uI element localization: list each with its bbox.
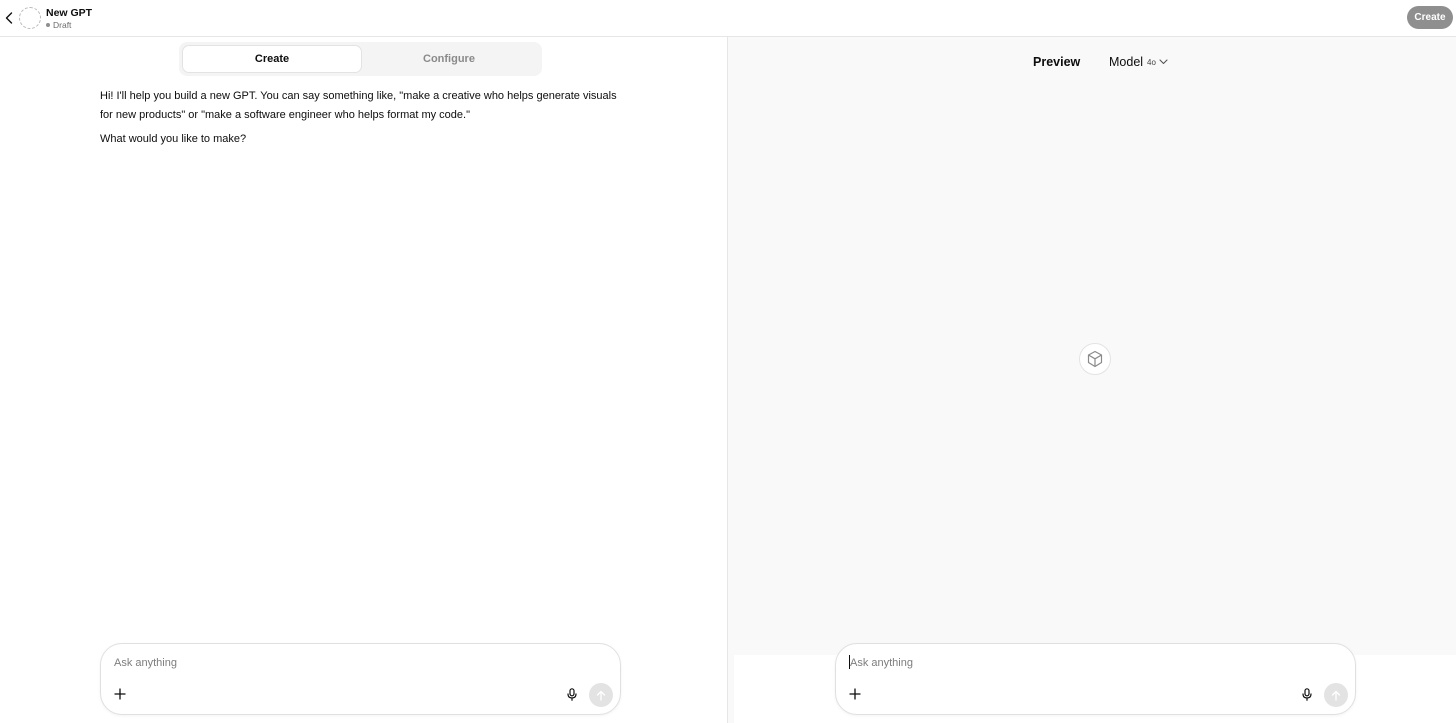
gpt-placeholder-avatar [1079,343,1111,375]
preview-pane: Preview Model 4o [728,37,1456,723]
gpt-name: New GPT [46,7,93,19]
tab-configure[interactable]: Configure [360,46,538,72]
status-dot-icon [46,23,50,27]
attach-button[interactable] [112,686,128,702]
voice-button[interactable] [564,686,580,702]
builder-tabs: Create Configure [179,42,542,76]
voice-button[interactable] [1299,686,1315,702]
message-paragraph: Hi! I'll help you build a new GPT. You c… [100,90,617,121]
chevron-down-icon [1159,59,1168,65]
preview-composer [835,643,1356,715]
model-label: Model [1109,55,1144,69]
preview-title: Preview [1033,55,1081,69]
create-gpt-button[interactable]: Create [1407,6,1453,29]
builder-composer [100,643,621,715]
builder-pane: Create Configure Hi! I'll help you build… [0,37,727,723]
message-paragraph: What would you like to make? [100,133,247,145]
tab-create[interactable]: Create [183,46,361,72]
gpt-status: Draft [46,20,71,30]
attach-button[interactable] [847,686,863,702]
model-version: 4o [1147,57,1156,67]
plus-icon [114,688,126,700]
preview-message-input[interactable] [850,654,1330,672]
plus-icon [849,688,861,700]
microphone-icon [567,687,577,701]
cube-icon [1087,350,1103,368]
back-button[interactable] [2,9,16,27]
send-button[interactable] [1324,683,1348,707]
chevron-left-icon [5,12,13,24]
builder-message-input[interactable] [114,654,594,672]
gpt-avatar[interactable] [19,7,41,29]
assistant-message: Hi! I'll help you build a new GPT. You c… [100,87,630,154]
model-selector[interactable]: Model 4o [1109,55,1168,69]
arrow-up-icon [596,690,606,701]
send-button[interactable] [589,683,613,707]
arrow-up-icon [1331,690,1341,701]
status-label: Draft [53,20,72,30]
microphone-icon [1302,687,1312,701]
top-bar: New GPT Draft Create [0,0,1456,37]
